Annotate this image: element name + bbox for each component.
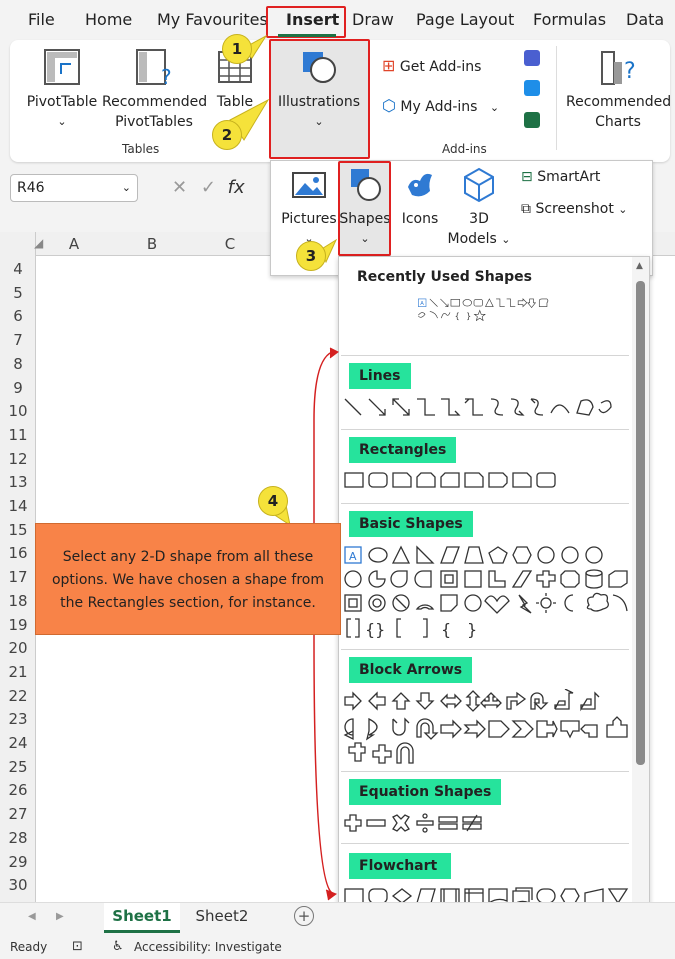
step-2-badge: 2 (212, 120, 242, 150)
annotation-arrows (229, 34, 339, 901)
sheet2-tab[interactable]: Sheet2 (186, 903, 258, 933)
add-sheet-icon[interactable]: + (294, 906, 314, 926)
sheet-tabs-bar: ◀ ▶ Sheet1 Sheet2 + (0, 902, 675, 936)
step-4-badge: 4 (258, 486, 288, 516)
accessibility-status[interactable]: Accessibility: Investigate (134, 940, 282, 954)
instruction-text: Select any 2-D shape from all these opti… (51, 549, 325, 611)
macro-record-icon[interactable]: ⊡ (72, 939, 83, 954)
next-sheet-icon[interactable]: ▶ (56, 911, 64, 922)
step-1-badge: 1 (222, 34, 252, 64)
accessibility-icon[interactable]: ♿ (112, 939, 124, 954)
status-bar: Ready ⊡ ♿ Accessibility: Investigate (0, 936, 675, 959)
step-3-badge: 3 (296, 241, 326, 271)
instruction-callout: Select any 2-D shape from all these opti… (35, 523, 341, 635)
ready-status: Ready (10, 940, 48, 954)
prev-sheet-icon[interactable]: ◀ (28, 911, 36, 922)
sheet1-tab[interactable]: Sheet1 (104, 903, 180, 933)
